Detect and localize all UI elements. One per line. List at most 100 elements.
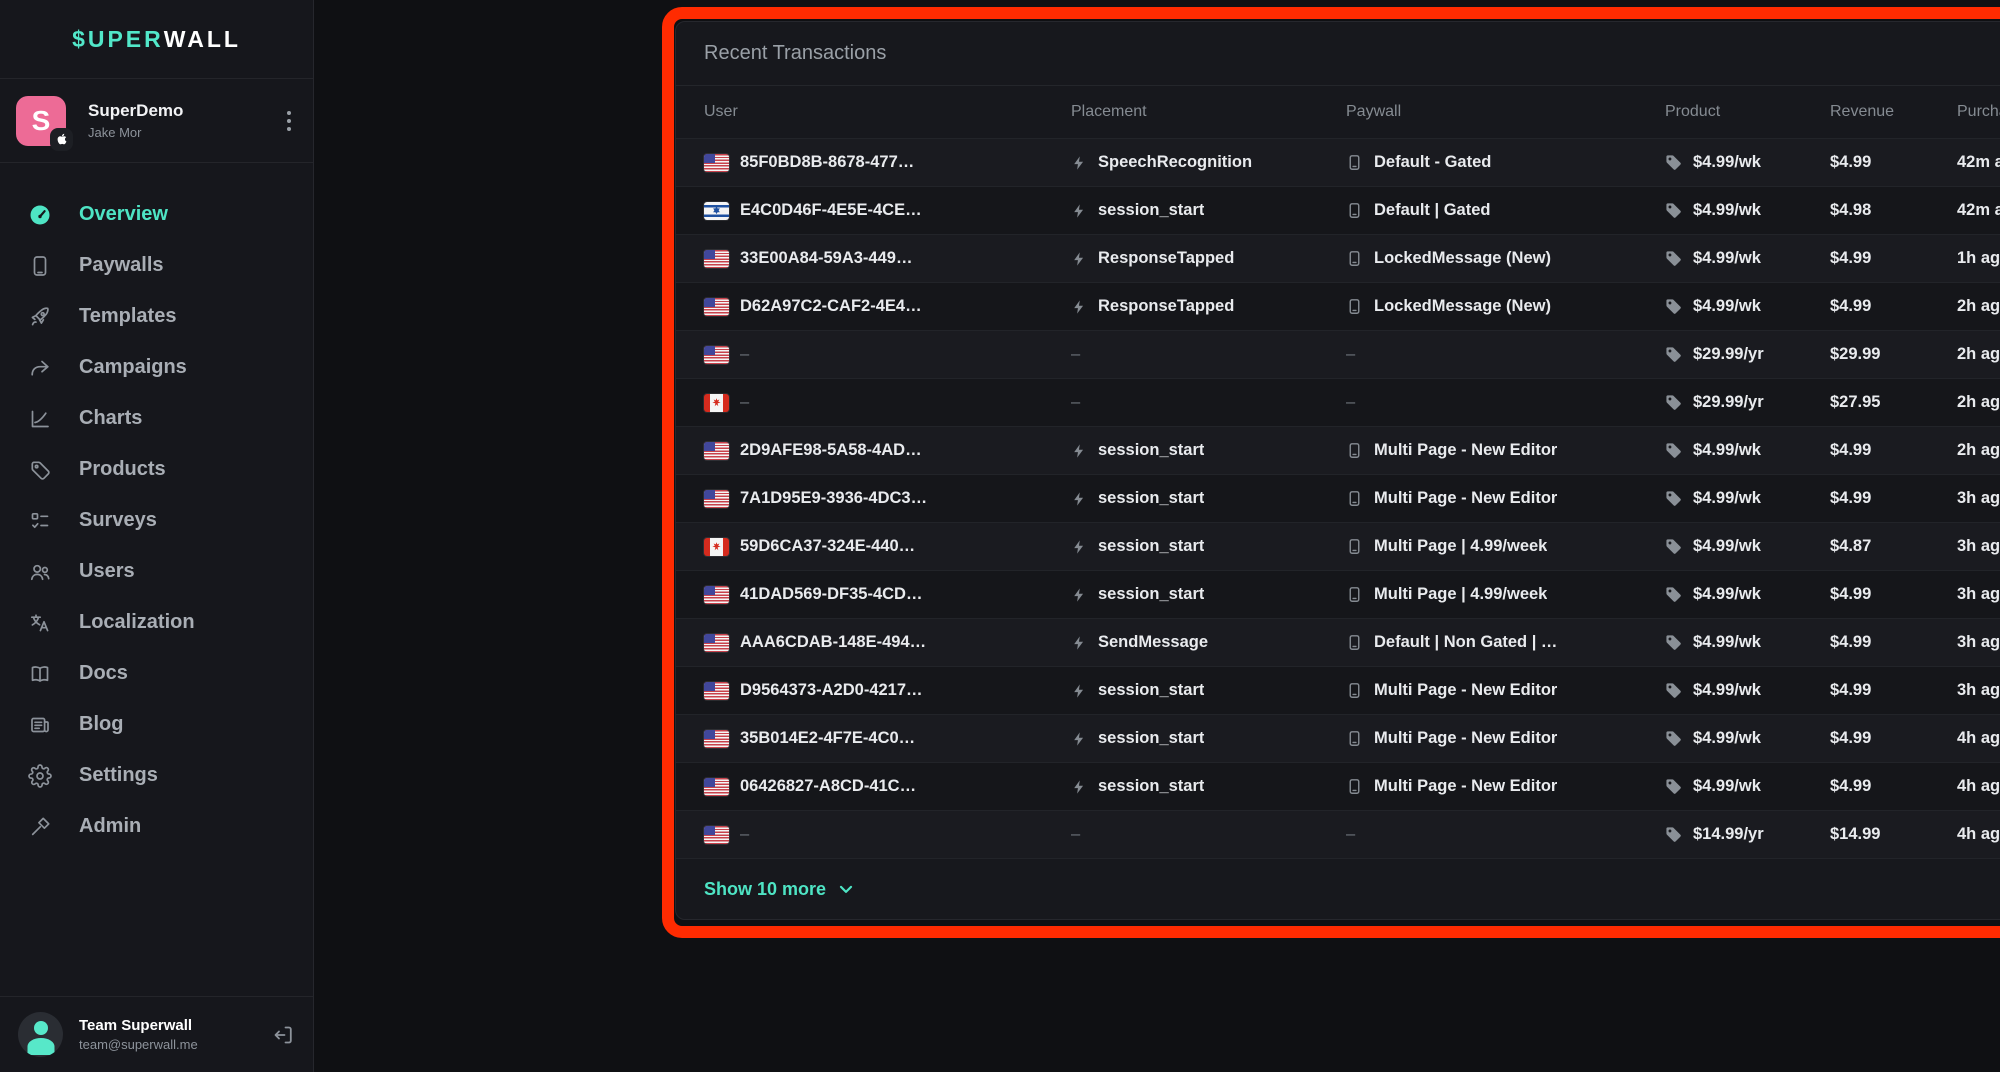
user-id: 35B014E2-4F7E-4C0… <box>740 729 915 748</box>
paywall-phone-icon <box>1346 682 1363 699</box>
sidebar-item-blog[interactable]: Blog <box>0 699 313 750</box>
paywall-phone-icon <box>1346 490 1363 507</box>
sidebar-item-campaigns[interactable]: Campaigns <box>0 342 313 393</box>
paywall-phone-icon <box>1346 538 1363 555</box>
purchased-cell: 3h ago <box>1957 681 2000 700</box>
us-flag-icon <box>704 154 729 172</box>
revenue-value: $29.99 <box>1830 345 1880 364</box>
transaction-row[interactable]: 33E00A84-59A3-449… ResponseTapped Locked… <box>676 234 2000 282</box>
purchased-value: 2h ago <box>1957 297 2000 316</box>
logout-icon[interactable] <box>271 1023 295 1047</box>
revenue-cell: $4.99 <box>1830 585 1957 604</box>
account-meta: Team Superwall team@superwall.me <box>79 1017 198 1052</box>
transaction-row[interactable]: 59D6CA37-324E-440… session_start Multi P… <box>676 522 2000 570</box>
workspace-app-icon: S <box>16 96 66 146</box>
paywall-value: LockedMessage (New) <box>1374 297 1551 316</box>
revenue-cell: $14.99 <box>1830 825 1957 844</box>
placement-cell: session_start <box>1071 201 1346 220</box>
sidebar-item-settings[interactable]: Settings <box>0 750 313 801</box>
transaction-row[interactable]: 2D9AFE98-5A58-4AD… session_start Multi P… <box>676 426 2000 474</box>
column-header-revenue: Revenue <box>1830 103 1957 121</box>
purchased-value: 4h ago <box>1957 729 2000 748</box>
revenue-value: $4.99 <box>1830 633 1871 652</box>
product-tag-icon <box>1665 394 1682 411</box>
product-cell: $4.99/wk <box>1665 777 1830 796</box>
sidebar-item-surveys[interactable]: Surveys <box>0 495 313 546</box>
product-cell: $4.99/wk <box>1665 729 1830 748</box>
paywall-phone-icon <box>1346 586 1363 603</box>
transaction-row[interactable]: – – – $14.99/yr $14.99 4h ago Renewal <box>676 810 2000 858</box>
placement-cell: SpeechRecognition <box>1071 153 1346 172</box>
paywall-value: Multi Page - New Editor <box>1374 441 1557 460</box>
product-cell: $4.99/wk <box>1665 201 1830 220</box>
paywall-phone-icon <box>1346 634 1363 651</box>
product-cell: $4.99/wk <box>1665 249 1830 268</box>
placement-value: – <box>1071 393 1080 412</box>
paywall-cell: – <box>1346 393 1665 412</box>
sidebar-item-charts[interactable]: Charts <box>0 393 313 444</box>
column-header-paywall: Paywall <box>1346 103 1665 121</box>
apple-platform-icon <box>50 128 73 151</box>
revenue-value: $4.99 <box>1830 777 1871 796</box>
paywall-cell: Default | Non Gated | … <box>1346 633 1665 652</box>
book-icon <box>28 662 52 686</box>
transaction-row[interactable]: 06426827-A8CD-41C… session_start Multi P… <box>676 762 2000 810</box>
sidebar-item-paywalls[interactable]: Paywalls <box>0 240 313 291</box>
transaction-row[interactable]: 85F0BD8B-8678-477… SpeechRecognition Def… <box>676 138 2000 186</box>
product-value: $4.99/wk <box>1693 441 1761 460</box>
transaction-row[interactable]: 35B014E2-4F7E-4C0… session_start Multi P… <box>676 714 2000 762</box>
paywall-cell: Multi Page | 4.99/week <box>1346 537 1665 556</box>
transaction-row[interactable]: AAA6CDAB-148E-494… SendMessage Default |… <box>676 618 2000 666</box>
sidebar-item-overview[interactable]: Overview <box>0 189 313 240</box>
sidebar-item-users[interactable]: Users <box>0 546 313 597</box>
purchased-cell: 4h ago <box>1957 777 2000 796</box>
purchased-cell: 3h ago <box>1957 537 2000 556</box>
event-bolt-icon <box>1071 203 1087 219</box>
purchased-value: 3h ago <box>1957 537 2000 556</box>
user-id: 7A1D95E9-3936-4DC3… <box>740 489 927 508</box>
transaction-row[interactable]: – – – $29.99/yr $29.99 2h ago Renewal <box>676 330 2000 378</box>
sidebar-item-products[interactable]: Products <box>0 444 313 495</box>
panel-title: Recent Transactions <box>704 42 886 65</box>
purchased-value: 3h ago <box>1957 489 2000 508</box>
us-flag-icon <box>704 298 729 316</box>
workspace-menu-button[interactable] <box>281 105 297 137</box>
hammer-icon <box>28 815 52 839</box>
purchased-value: 2h ago <box>1957 441 2000 460</box>
transaction-row[interactable]: D62A97C2-CAF2-4E4… ResponseTapped Locked… <box>676 282 2000 330</box>
purchased-cell: 3h ago <box>1957 489 2000 508</box>
chevron-down-icon <box>836 879 856 899</box>
show-more-button[interactable]: Show 10 more <box>676 858 2000 919</box>
sidebar-item-docs[interactable]: Docs <box>0 648 313 699</box>
column-header-user: User <box>704 103 1071 121</box>
placement-cell: ResponseTapped <box>1071 297 1346 316</box>
transaction-row[interactable]: – – – $29.99/yr $27.95 2h ago Renewal <box>676 378 2000 426</box>
revenue-value: $4.99 <box>1830 489 1871 508</box>
placement-value: session_start <box>1098 585 1204 604</box>
workspace-meta: SuperDemo Jake Mor <box>88 101 183 140</box>
event-bolt-icon <box>1071 491 1087 507</box>
product-value: $4.99/wk <box>1693 585 1761 604</box>
transaction-row[interactable]: E4C0D46F-4E5E-4CE… session_start Default… <box>676 186 2000 234</box>
placement-cell: SendMessage <box>1071 633 1346 652</box>
sidebar-item-templates[interactable]: Templates <box>0 291 313 342</box>
revenue-cell: $4.99 <box>1830 249 1957 268</box>
user-cell: 85F0BD8B-8678-477… <box>704 153 1071 172</box>
panel-header: Recent Transactions Main Events <box>676 22 2000 86</box>
sidebar-nav: Overview Paywalls Templates Campaigns Ch… <box>0 163 313 996</box>
user-id: 06426827-A8CD-41C… <box>740 777 916 796</box>
product-tag-icon <box>1665 346 1682 363</box>
revenue-cell: $4.98 <box>1830 201 1957 220</box>
transaction-row[interactable]: 7A1D95E9-3936-4DC3… session_start Multi … <box>676 474 2000 522</box>
sidebar-item-admin[interactable]: Admin <box>0 801 313 852</box>
transaction-row[interactable]: 41DAD569-DF35-4CD… session_start Multi P… <box>676 570 2000 618</box>
paywall-cell: LockedMessage (New) <box>1346 249 1665 268</box>
revenue-value: $14.99 <box>1830 825 1880 844</box>
sidebar-item-localization[interactable]: Localization <box>0 597 313 648</box>
product-tag-icon <box>1665 682 1682 699</box>
purchased-cell: 1h ago <box>1957 249 2000 268</box>
workspace-switcher[interactable]: S SuperDemo Jake Mor <box>0 79 313 163</box>
transaction-row[interactable]: D9564373-A2D0-4217… session_start Multi … <box>676 666 2000 714</box>
ca-flag-icon <box>704 394 729 412</box>
account-section[interactable]: Team Superwall team@superwall.me <box>0 996 313 1072</box>
